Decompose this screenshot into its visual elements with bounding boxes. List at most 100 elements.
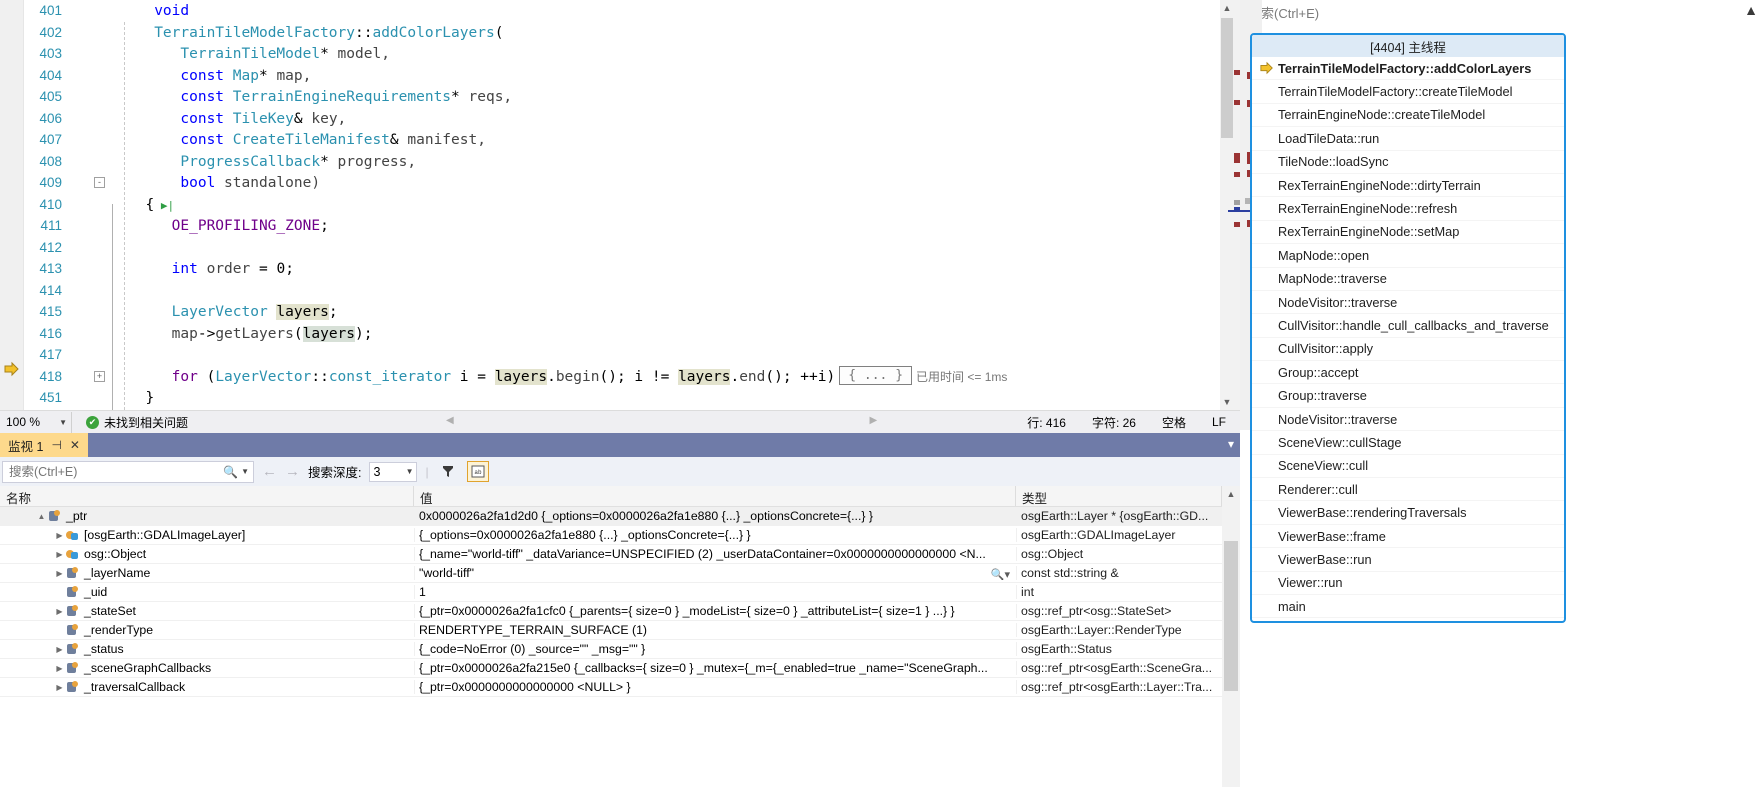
- code-line[interactable]: 414: [24, 280, 1220, 302]
- watch-row-name-cell[interactable]: _uid: [0, 585, 414, 599]
- watch-variables-grid[interactable]: 名称 值 类型 ▲ _ptr 0x0000026a2fa1d2d0 {_option…: [0, 486, 1222, 787]
- watch-grid-body[interactable]: ▲ _ptr 0x0000026a2fa1d2d0 {_options=0x0000…: [0, 507, 1222, 697]
- watch-row-value-cell[interactable]: 0x0000026a2fa1d2d0 {_options=0x0000026a2…: [414, 509, 1016, 523]
- watch-row-name-cell[interactable]: ▶ _traversalCallback: [0, 680, 414, 694]
- call-stack-frame-list[interactable]: TerrainTileModelFactory::addColorLayers T…: [1252, 57, 1564, 619]
- code-line[interactable]: 413 int order = 0;: [24, 258, 1220, 280]
- call-stack-frame[interactable]: MapNode::traverse: [1252, 268, 1564, 291]
- watch-row-value-cell[interactable]: 1: [414, 585, 1016, 599]
- table-row[interactable]: ▶ _layerName "world-tiff" 🔍▾ const std::stri…: [0, 564, 1222, 583]
- code-line[interactable]: 409 - bool standalone): [24, 172, 1220, 194]
- scroll-up-arrow-icon[interactable]: ▲: [1220, 0, 1234, 16]
- editor-horizontal-scrollbar[interactable]: ◀ ▶: [188, 411, 1027, 434]
- call-stack-frame[interactable]: Group::accept: [1252, 361, 1564, 385]
- watch-row-value-cell[interactable]: {_name="world-tiff" _dataVariance=UNSPEC…: [414, 547, 1016, 561]
- table-row[interactable]: _renderType RENDERTYPE_TERRAIN_SURFACE (1…: [0, 621, 1222, 640]
- call-stack-frame[interactable]: NodeVisitor::traverse: [1252, 408, 1564, 432]
- call-stack-frame[interactable]: CullVisitor::handle_cull_callbacks_and_t…: [1252, 314, 1564, 338]
- code-line[interactable]: 416 map->getLayers(layers);: [24, 323, 1220, 345]
- right-search-box[interactable]: 搜索(Ctrl+E) ▲: [1240, 0, 1764, 24]
- call-stack-frame[interactable]: RexTerrainEngineNode::dirtyTerrain: [1252, 174, 1564, 198]
- table-row[interactable]: ▶ _stateSet {_ptr=0x0000026a2fa1cfc0 {_par…: [0, 602, 1222, 621]
- watch-row-name-cell[interactable]: ▶ osg::Object: [0, 547, 414, 561]
- watch-row-value-cell[interactable]: {_options=0x0000026a2fa1e880 {...} _opti…: [414, 528, 1016, 542]
- expander-icon[interactable]: ▶: [54, 645, 65, 654]
- search-input[interactable]: [7, 463, 224, 480]
- search-next-icon[interactable]: →: [285, 463, 300, 480]
- call-stack-frame[interactable]: RexTerrainEngineNode::refresh: [1252, 197, 1564, 221]
- code-line[interactable]: 407 const CreateTileManifest& manifest,: [24, 129, 1220, 151]
- chevron-down-icon[interactable]: ▼: [59, 418, 67, 427]
- tab-watch-1[interactable]: 监视 1 ⊣ ✕: [0, 433, 88, 457]
- call-stack-frame[interactable]: TerrainTileModelFactory::createTileModel: [1252, 80, 1564, 104]
- call-stack-frame[interactable]: MapNode::open: [1252, 244, 1564, 268]
- watch-row-name-cell[interactable]: ▶ _stateSet: [0, 604, 414, 618]
- watch-row-name-cell[interactable]: ▶ [osgEarth::GDALImageLayer]: [0, 528, 414, 542]
- code-line[interactable]: 410 { ▶|: [24, 194, 1220, 216]
- scrollbar-thumb[interactable]: [1221, 18, 1233, 138]
- watch-row-value-cell[interactable]: {_ptr=0x0000000000000000 <NULL> }: [414, 680, 1016, 694]
- code-line[interactable]: 402 TerrainTileModelFactory::addColorLay…: [24, 22, 1220, 44]
- editor-vertical-scrollbar[interactable]: ▲ ▼: [1220, 0, 1234, 410]
- expander-icon[interactable]: ▶: [54, 531, 65, 540]
- call-stack-frame[interactable]: TerrainEngineNode::createTileModel: [1252, 104, 1564, 128]
- expander-icon[interactable]: ▶: [54, 550, 65, 559]
- code-line[interactable]: 404 const Map* map,: [24, 65, 1220, 87]
- scroll-left-arrow-icon[interactable]: ◀: [446, 415, 454, 426]
- pin-icon[interactable]: ⊣: [51, 438, 61, 452]
- watch-row-value-cell[interactable]: RENDERTYPE_TERRAIN_SURFACE (1): [414, 623, 1016, 637]
- watch-vertical-scrollbar[interactable]: ▲: [1222, 486, 1240, 787]
- code-line[interactable]: 417: [24, 344, 1220, 366]
- filter-icon[interactable]: [437, 461, 459, 482]
- code-line[interactable]: 403 TerrainTileModel* model,: [24, 43, 1220, 65]
- expander-icon[interactable]: ▶: [54, 664, 65, 673]
- expander-icon[interactable]: ▶: [54, 683, 65, 692]
- chevron-down-icon[interactable]: ▼: [406, 467, 414, 476]
- zoom-level-combo[interactable]: 100 % ▼: [2, 411, 72, 433]
- watch-row-name-cell[interactable]: ▶ _layerName: [0, 566, 414, 580]
- watch-row-name-cell[interactable]: _renderType: [0, 623, 414, 637]
- expander-icon[interactable]: ▶: [54, 569, 65, 578]
- table-row[interactable]: ▶ _sceneGraphCallbacks {_ptr=0x0000026a2fa…: [0, 659, 1222, 678]
- panel-collapse-icon[interactable]: ▾: [1228, 437, 1234, 451]
- code-line[interactable]: 411 OE_PROFILING_ZONE;: [24, 215, 1220, 237]
- call-stack-frame[interactable]: SceneView::cullStage: [1252, 431, 1564, 455]
- search-depth-combo[interactable]: 3 ▼: [369, 461, 418, 482]
- column-header-name[interactable]: 名称: [0, 486, 414, 506]
- expander-icon[interactable]: ▲: [36, 512, 47, 521]
- watch-row-value-cell[interactable]: {_code=NoError (0) _source="" _msg="" }: [414, 642, 1016, 656]
- call-stack-frame[interactable]: Renderer::cull: [1252, 478, 1564, 502]
- call-stack-panel[interactable]: [4404] 主线程 TerrainTileModelFactory::addC…: [1250, 33, 1566, 623]
- code-line[interactable]: 451 }: [24, 387, 1220, 409]
- scroll-right-arrow-icon[interactable]: ▶: [870, 415, 878, 426]
- call-stack-frame[interactable]: main: [1252, 595, 1564, 619]
- call-stack-frame[interactable]: ViewerBase::frame: [1252, 525, 1564, 549]
- watch-row-name-cell[interactable]: ▲ _ptr: [0, 509, 414, 523]
- call-stack-frame[interactable]: Viewer::run: [1252, 572, 1564, 595]
- code-line[interactable]: 412: [24, 237, 1220, 259]
- scroll-up-arrow-icon[interactable]: ▲: [1744, 2, 1758, 18]
- expander-icon[interactable]: ▶: [54, 607, 65, 616]
- call-stack-frame[interactable]: SceneView::cull: [1252, 455, 1564, 479]
- table-row[interactable]: _uid 1 int: [0, 583, 1222, 602]
- table-row[interactable]: ▶ osg::Object {_name="world-tiff" _dataVar…: [0, 545, 1222, 564]
- watch-row-value-cell[interactable]: {_ptr=0x0000026a2fa1cfc0 {_parents={ siz…: [414, 604, 1016, 618]
- string-visualizer-icon[interactable]: 🔍▾: [991, 568, 1010, 580]
- call-stack-frame[interactable]: ViewerBase::renderingTraversals: [1252, 501, 1564, 525]
- code-line[interactable]: 405 const TerrainEngineRequirements* req…: [24, 86, 1220, 108]
- code-line[interactable]: 408 ProgressCallback* progress,: [24, 151, 1220, 173]
- call-stack-frame[interactable]: TileNode::loadSync: [1252, 151, 1564, 174]
- call-stack-frame[interactable]: RexTerrainEngineNode::setMap: [1252, 221, 1564, 245]
- scroll-down-arrow-icon[interactable]: ▼: [1220, 394, 1234, 410]
- table-row[interactable]: ▶ _status {_code=NoError (0) _source="" _m…: [0, 640, 1222, 659]
- watch-row-name-cell[interactable]: ▶ _status: [0, 642, 414, 656]
- call-stack-frame[interactable]: NodeVisitor::traverse: [1252, 291, 1564, 315]
- fold-collapse-icon[interactable]: -: [94, 177, 105, 188]
- code-line[interactable]: 401 void: [24, 0, 1220, 22]
- watch-row-name-cell[interactable]: ▶ _sceneGraphCallbacks: [0, 661, 414, 675]
- call-stack-frame[interactable]: LoadTileData::run: [1252, 127, 1564, 151]
- search-prev-icon[interactable]: ←: [262, 463, 277, 480]
- hex-display-toggle-icon[interactable]: ab: [466, 461, 489, 482]
- watch-row-value-cell[interactable]: "world-tiff" 🔍▾: [414, 566, 1016, 580]
- search-icon[interactable]: 🔍: [223, 465, 238, 479]
